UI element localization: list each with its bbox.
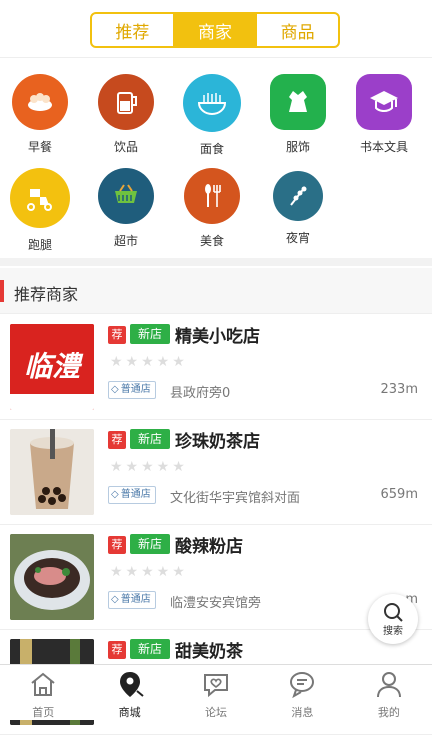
- store-thumbnail: 临澧: [10, 324, 94, 410]
- segmented-tabs: 推荐 商家 商品: [90, 12, 340, 48]
- message-icon: [290, 672, 315, 699]
- store-name: 精美小吃店: [175, 327, 260, 347]
- nav-label: 首页: [32, 706, 55, 719]
- category-books[interactable]: 书本文具: [344, 74, 424, 155]
- home-icon: [31, 672, 55, 696]
- user-icon: [376, 672, 401, 698]
- accent-bar: [0, 280, 4, 302]
- category-breakfast[interactable]: 早餐: [0, 74, 80, 155]
- category-supermarket[interactable]: 超市: [86, 168, 166, 249]
- forum-heart-icon: [204, 674, 229, 698]
- category-label: 饮品: [113, 140, 138, 154]
- diamond-icon: ◇: [111, 594, 119, 605]
- store-address: 文化街华宇宾馆斜对面: [170, 491, 301, 506]
- store-type-label: 普通店: [120, 489, 151, 500]
- rating-stars: ★★★★★: [110, 459, 188, 475]
- location-pin-icon: [119, 672, 144, 697]
- store-name: 酸辣粉店: [175, 537, 243, 557]
- category-night-snack[interactable]: 夜宵: [258, 168, 338, 246]
- tab-merchants[interactable]: 商家: [174, 14, 258, 46]
- recommend-tag: 荐: [108, 431, 126, 449]
- rating-stars: ★★★★★: [110, 564, 188, 580]
- clothing-icon: [270, 74, 326, 130]
- category-drinks[interactable]: 饮品: [86, 74, 166, 155]
- drink-icon: [98, 74, 154, 130]
- store-address: 临澧安安宾馆旁: [170, 596, 262, 611]
- store-name: 甜美奶茶: [175, 642, 243, 662]
- store-name: 珍珠奶茶店: [175, 432, 260, 452]
- category-label: 面食: [199, 142, 224, 156]
- store-row[interactable]: 荐 新店 珍珠奶茶店 ★★★★★ ◇ 普通店 文化街华宇宾馆斜对面 659m: [0, 421, 432, 525]
- recommended-merchants-header: 推荐商家: [0, 268, 432, 314]
- recommend-tag: 荐: [108, 641, 126, 659]
- tab-products[interactable]: 商品: [257, 14, 338, 46]
- new-store-tag: 新店: [130, 324, 170, 344]
- nav-home[interactable]: 首页: [0, 665, 86, 720]
- section-title: 推荐商家: [14, 285, 79, 304]
- new-store-tag: 新店: [130, 534, 170, 554]
- new-store-tag: 新店: [130, 639, 170, 659]
- category-label: 早餐: [27, 140, 52, 154]
- store-thumbnail: [10, 429, 94, 515]
- store-row[interactable]: 临澧 荐 新店 精美小吃店 ★★★★★ ◇ 普通店 县政府旁0 233m: [0, 316, 432, 420]
- store-row[interactable]: 荐 新店 酸辣粉店 ★★★★★ ◇ 普通店 临澧安安宾馆旁 m: [0, 526, 432, 630]
- nav-label: 商城: [118, 706, 141, 719]
- store-address: 县政府旁0: [170, 386, 231, 401]
- night-snack-icon: [273, 171, 323, 221]
- thumb-logo-text: 临澧: [24, 350, 84, 383]
- delivery-icon: [10, 168, 70, 228]
- bottom-nav: 首页 商城 论坛 消息 我的: [0, 664, 432, 720]
- nav-label: 论坛: [205, 706, 228, 719]
- supermarket-icon: [98, 168, 154, 224]
- book-icon: [356, 74, 412, 130]
- top-bar: 推荐 商家 商品: [0, 0, 432, 58]
- rating-stars: ★★★★★: [110, 354, 188, 370]
- diamond-icon: ◇: [111, 384, 119, 395]
- category-label: 超市: [113, 234, 138, 248]
- floating-search-button[interactable]: 搜索: [368, 594, 418, 644]
- store-type-badge: ◇ 普通店: [108, 486, 156, 504]
- recommend-tag: 荐: [108, 536, 126, 554]
- new-store-tag: 新店: [130, 429, 170, 449]
- divider: [0, 258, 432, 266]
- store-distance: 659m: [380, 487, 418, 502]
- category-clothing[interactable]: 服饰: [258, 74, 338, 155]
- noodle-icon: [183, 74, 241, 132]
- store-distance: 233m: [380, 382, 418, 397]
- category-noodles[interactable]: 面食: [172, 74, 252, 157]
- recommend-tag: 荐: [108, 326, 126, 344]
- nav-messages[interactable]: 消息: [259, 665, 345, 720]
- category-grid: 早餐 饮品 面食 服饰 书本文具 跑腿 超市 美食 夜宵: [0, 60, 432, 258]
- category-label: 书本文具: [359, 140, 408, 154]
- nav-label: 我的: [377, 706, 400, 719]
- category-label: 服饰: [285, 140, 310, 154]
- category-label: 美食: [199, 234, 224, 248]
- nav-label: 消息: [291, 706, 314, 719]
- nav-mall[interactable]: 商城: [86, 665, 172, 720]
- category-label: 夜宵: [285, 231, 310, 245]
- search-icon: [384, 603, 403, 622]
- tab-recommend[interactable]: 推荐: [92, 14, 175, 46]
- category-errands[interactable]: 跑腿: [0, 168, 80, 253]
- food-icon: [184, 168, 240, 224]
- store-type-label: 普通店: [120, 384, 151, 395]
- category-label: 跑腿: [27, 238, 52, 252]
- search-label: 搜索: [383, 626, 403, 637]
- store-type-badge: ◇ 普通店: [108, 381, 156, 399]
- nav-forum[interactable]: 论坛: [173, 665, 259, 720]
- category-food[interactable]: 美食: [172, 168, 252, 249]
- nav-profile[interactable]: 我的: [346, 665, 432, 720]
- store-type-label: 普通店: [120, 594, 151, 605]
- breakfast-icon: [12, 74, 68, 130]
- diamond-icon: ◇: [111, 489, 119, 500]
- store-type-badge: ◇ 普通店: [108, 591, 156, 609]
- store-thumbnail: [10, 534, 94, 620]
